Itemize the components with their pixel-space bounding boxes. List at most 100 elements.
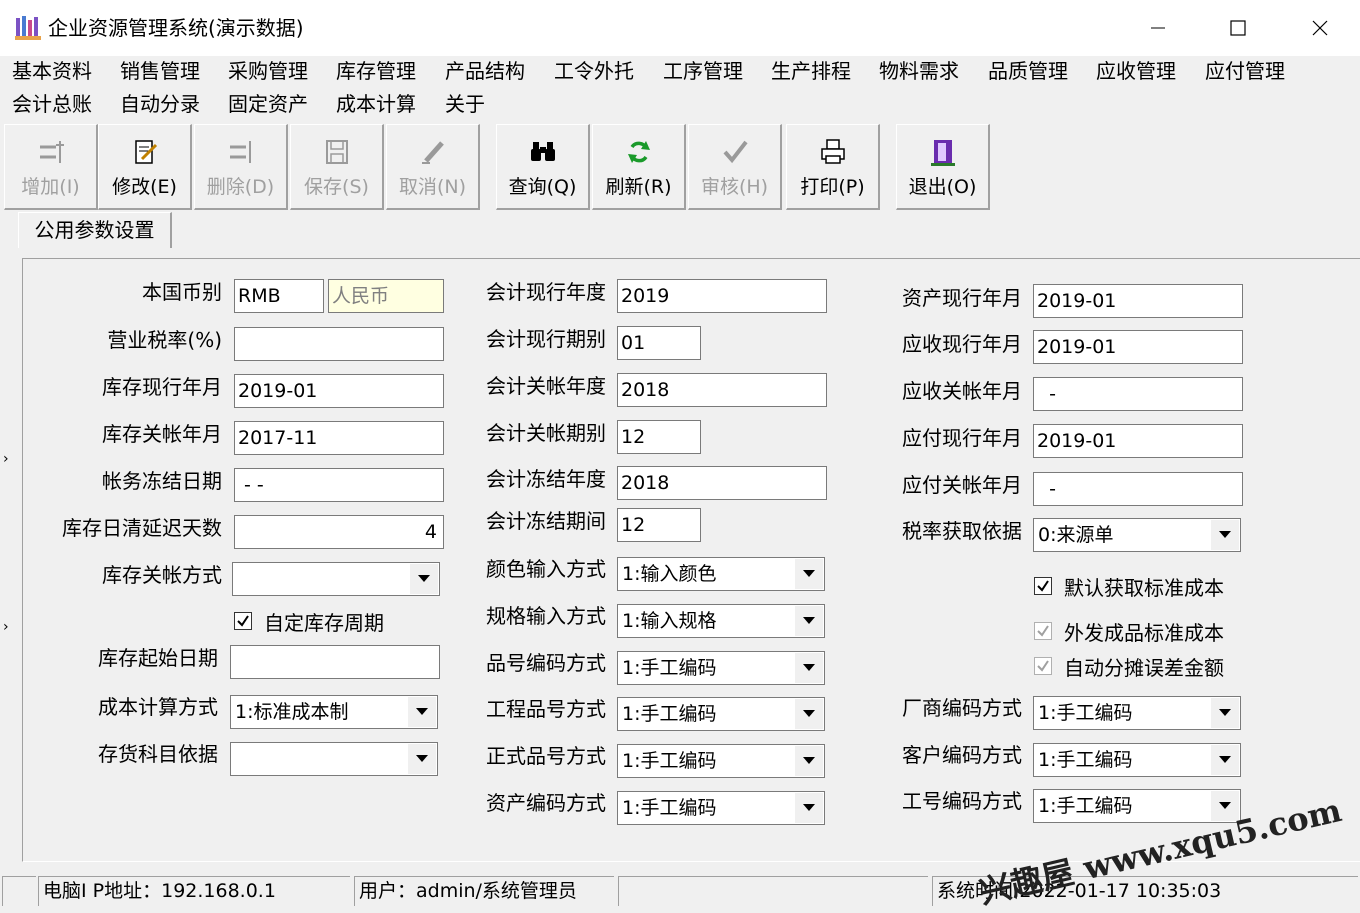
chevron-down-icon[interactable]: [795, 793, 823, 823]
refresh-button[interactable]: 刷新(R): [592, 124, 686, 210]
edit-button[interactable]: 修改(E): [98, 124, 192, 210]
edit-document-icon: [134, 140, 157, 164]
status-blank: [618, 876, 928, 906]
exit-button-label: 退出(O): [908, 176, 977, 198]
asset-ym-field[interactable]: 2019-01: [1033, 284, 1243, 318]
chevron-down-icon[interactable]: [408, 744, 436, 774]
currency-code-field[interactable]: RMB: [234, 279, 324, 313]
spec-input-select[interactable]: 1:输入规格: [617, 604, 825, 638]
chevron-down-icon[interactable]: [1211, 745, 1239, 775]
delete-button-label: 删除(D): [206, 176, 275, 198]
close-year-field[interactable]: 2018: [617, 373, 827, 407]
acc-year-field[interactable]: 2019: [617, 279, 827, 313]
menu-product-structure[interactable]: 产品结构: [443, 56, 527, 86]
menu-general-ledger[interactable]: 会计总账: [10, 89, 94, 119]
outsource-std-cost-checkbox[interactable]: 外发成品标准成本: [1034, 617, 1224, 645]
minimize-button[interactable]: [1118, 0, 1198, 56]
chevron-down-icon[interactable]: [408, 697, 436, 727]
ap-ym-field[interactable]: 2019-01: [1033, 424, 1243, 458]
freeze-date-field[interactable]: - -: [234, 468, 444, 502]
formal-part-select[interactable]: 1:手工编码: [617, 744, 825, 778]
tax-basis-select[interactable]: 0:来源单: [1033, 518, 1241, 552]
formal-part-value: 1:手工编码: [622, 750, 717, 772]
chevron-down-icon[interactable]: [795, 559, 823, 589]
menu-basic-data[interactable]: 基本资料: [10, 56, 94, 86]
maximize-button[interactable]: [1198, 0, 1278, 56]
delay-days-field[interactable]: 4: [234, 515, 444, 549]
default-std-cost-checkbox[interactable]: 默认获取标准成本: [1034, 572, 1224, 600]
chevron-down-icon[interactable]: [795, 746, 823, 776]
ar-ym-field[interactable]: 2019-01: [1033, 330, 1243, 364]
menu-outsourcing[interactable]: 工令外托: [552, 56, 636, 86]
menu-fixed-assets[interactable]: 固定资产: [226, 89, 310, 119]
menu-mrp[interactable]: 物料需求: [877, 56, 961, 86]
expand-right-icon: ›: [3, 451, 9, 467]
auto-alloc-checkbox[interactable]: 自动分摊误差金额: [1034, 652, 1224, 680]
exit-button[interactable]: 退出(O): [896, 124, 990, 210]
currency-name-field: 人民币: [328, 279, 444, 313]
chevron-down-icon[interactable]: [795, 606, 823, 636]
chevron-down-icon[interactable]: [795, 653, 823, 683]
audit-button-label: 审核(H): [700, 176, 769, 198]
query-button[interactable]: 查询(Q): [496, 124, 590, 210]
menu-sales[interactable]: 销售管理: [118, 56, 202, 86]
window-title: 企业资源管理系统(演示数据): [48, 16, 304, 40]
close-method-label: 库存关帐方式: [102, 563, 222, 587]
menu-purchase[interactable]: 采购管理: [226, 56, 310, 86]
customer-code-label: 客户编码方式: [902, 743, 1022, 767]
delete-button[interactable]: 删除(D): [194, 124, 288, 210]
ap-close-field[interactable]: -: [1033, 472, 1243, 506]
close-period-field[interactable]: 12: [617, 420, 701, 454]
part-code-select[interactable]: 1:手工编码: [617, 651, 825, 685]
print-button[interactable]: 打印(P): [786, 124, 880, 210]
chevron-down-icon[interactable]: [795, 699, 823, 729]
asset-code-label: 资产编码方式: [486, 791, 606, 815]
binoculars-icon: [530, 142, 555, 161]
save-button[interactable]: 保存(S): [290, 124, 384, 210]
vendor-code-select[interactable]: 1:手工编码: [1033, 696, 1241, 730]
audit-button[interactable]: 审核(H): [688, 124, 782, 210]
inv-start-field[interactable]: [230, 645, 440, 679]
custom-period-checkbox[interactable]: 自定库存周期: [234, 607, 384, 635]
inv-close-ym-field[interactable]: 2017-11: [234, 421, 444, 455]
menu-cost-calc[interactable]: 成本计算: [334, 89, 418, 119]
close-period-label: 会计关帐期别: [486, 421, 606, 445]
tax-rate-field[interactable]: [234, 327, 444, 361]
chevron-down-icon[interactable]: [1211, 698, 1239, 728]
acc-year-label: 会计现行年度: [486, 280, 606, 304]
freeze-year-field[interactable]: 2018: [617, 466, 827, 500]
emp-code-label: 工号编码方式: [902, 789, 1022, 813]
freeze-year-label: 会计冻结年度: [486, 467, 606, 491]
freeze-period-field[interactable]: 12: [617, 508, 701, 542]
menu-scheduling[interactable]: 生产排程: [769, 56, 853, 86]
menu-auto-entry[interactable]: 自动分录: [118, 89, 202, 119]
acc-period-field[interactable]: 01: [617, 326, 701, 360]
menu-payables[interactable]: 应付管理: [1203, 56, 1287, 86]
eraser-icon: [421, 141, 444, 164]
eng-part-select[interactable]: 1:手工编码: [617, 697, 825, 731]
delete-record-icon: [229, 141, 251, 163]
tab-public-params[interactable]: 公用参数设置: [18, 212, 172, 248]
add-button[interactable]: 增加(I): [4, 124, 98, 210]
menu-process[interactable]: 工序管理: [661, 56, 745, 86]
asset-code-select[interactable]: 1:手工编码: [617, 791, 825, 825]
menu-inventory[interactable]: 库存管理: [334, 56, 418, 86]
color-input-select[interactable]: 1:输入颜色: [617, 557, 825, 591]
checkbox-checked-icon: [1034, 577, 1052, 595]
close-button[interactable]: [1280, 0, 1360, 56]
checkbox-checked-icon: [1034, 622, 1052, 640]
checkbox-checked-icon: [1034, 657, 1052, 675]
side-splitter[interactable]: › ›: [0, 440, 14, 640]
cost-method-select[interactable]: 1:标准成本制: [230, 695, 438, 729]
stock-subject-select[interactable]: [230, 742, 438, 776]
cancel-button[interactable]: 取消(N): [386, 124, 480, 210]
chevron-down-icon[interactable]: [1211, 520, 1239, 550]
menu-about[interactable]: 关于: [443, 89, 487, 119]
menu-receivables[interactable]: 应收管理: [1094, 56, 1178, 86]
menu-quality[interactable]: 品质管理: [986, 56, 1070, 86]
chevron-down-icon[interactable]: [410, 564, 438, 594]
customer-code-select[interactable]: 1:手工编码: [1033, 743, 1241, 777]
inv-current-ym-field[interactable]: 2019-01: [234, 374, 444, 408]
ar-close-field[interactable]: -: [1033, 377, 1243, 411]
close-method-select[interactable]: [232, 562, 440, 596]
